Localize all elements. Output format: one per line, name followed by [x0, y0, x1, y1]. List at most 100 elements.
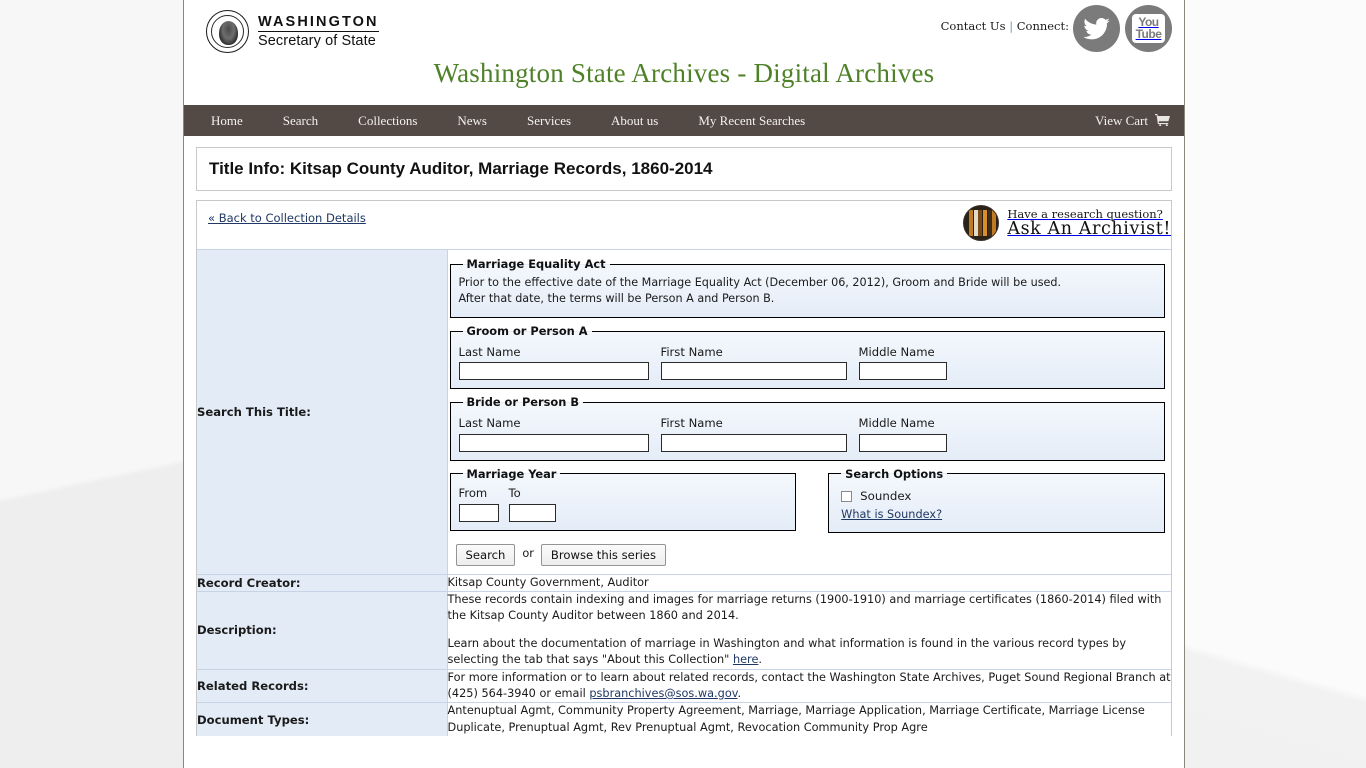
logo-secretary-of-state: Secretary of State	[258, 33, 376, 49]
marriage-year-from-input[interactable]	[458, 503, 499, 522]
nav-item-home[interactable]: Home	[211, 113, 243, 129]
groom-middle-name-label: Middle Name	[858, 344, 935, 359]
marriage-year-from-field: From	[458, 485, 499, 522]
ask-an-archivist-text: Have a research question? Ask An Archivi…	[1007, 208, 1171, 239]
year-and-options-row: Marriage Year From To Search Options Sou…	[449, 465, 1165, 533]
panel-top-row: « Back to Collection Details Have a rese…	[197, 201, 1171, 249]
youtube-icon: You Tube	[1131, 14, 1166, 43]
view-cart-link[interactable]: View Cart	[1095, 113, 1148, 129]
groom-person-a-fieldset: Groom or Person A Last Name First Name M…	[449, 323, 1165, 390]
document-types-label: Document Types:	[197, 702, 448, 737]
bride-middle-name-label: Middle Name	[858, 415, 935, 430]
youtube-line2: Tube	[1135, 26, 1162, 41]
search-this-title-row: Search This Title: Marriage Equality Act…	[197, 249, 1171, 575]
bride-last-name-input[interactable]	[458, 433, 649, 452]
contact-connect-bar: Contact Us | Connect:	[941, 19, 1069, 33]
title-info-table: Search This Title: Marriage Equality Act…	[197, 249, 1172, 737]
back-to-collection-details-link[interactable]: « Back to Collection Details	[208, 211, 366, 225]
groom-middle-name-input[interactable]	[858, 362, 947, 381]
content-panel: « Back to Collection Details Have a rese…	[196, 200, 1172, 737]
table-row: Document Types: Antenuptual Agmt, Commun…	[197, 702, 1171, 737]
about-this-collection-link[interactable]: here	[733, 653, 758, 666]
bride-first-name-input[interactable]	[660, 433, 847, 452]
contact-us-link[interactable]: Contact Us	[941, 19, 1006, 33]
search-button-row: Search or Browse this series	[450, 543, 1166, 566]
description-paragraph-2-text: Learn about the documentation of marriag…	[447, 636, 1127, 667]
state-seal-icon	[206, 10, 249, 53]
bride-last-name-label: Last Name	[458, 415, 521, 430]
bride-person-b-legend: Bride or Person B	[466, 395, 580, 410]
page-title: Title Info: Kitsap County Auditor, Marri…	[196, 147, 1172, 191]
groom-last-name-input[interactable]	[458, 362, 649, 381]
what-is-soundex-link[interactable]: What is Soundex?	[837, 507, 1156, 523]
cart-icon[interactable]	[1155, 111, 1170, 130]
nav-right-group: View Cart	[1095, 111, 1170, 130]
ask-an-archivist-banner[interactable]: Have a research question? Ask An Archivi…	[963, 205, 1171, 241]
table-row: Record Creator: Kitsap County Government…	[197, 573, 1171, 592]
bookshelf-icon	[963, 205, 1000, 241]
description-value: These records contain indexing and image…	[447, 591, 1172, 670]
logo-washington: WASHINGTON	[258, 13, 379, 30]
youtube-link[interactable]: You Tube	[1125, 5, 1172, 52]
page-container: WASHINGTON Secretary of State Contact Us…	[183, 0, 1185, 768]
groom-first-name-field: First Name	[660, 344, 847, 381]
related-records-label: Related Records:	[197, 668, 448, 703]
browse-this-series-button[interactable]: Browse this series	[540, 543, 666, 566]
ask-line2: Ask An Archivist!	[1007, 218, 1171, 239]
marriage-year-to-input[interactable]	[508, 503, 556, 522]
bride-first-name-label: First Name	[660, 415, 723, 430]
document-types-value: Antenuptual Agmt, Community Property Agr…	[447, 702, 1171, 737]
bride-name-row: Last Name First Name Middle Name	[458, 414, 1157, 452]
nav-item-services[interactable]: Services	[527, 113, 571, 129]
psbranchives-email-link[interactable]: psbranchives@sos.wa.gov	[589, 687, 737, 700]
marriage-year-row: From To	[458, 485, 788, 522]
table-row: Related Records: For more information or…	[197, 668, 1172, 703]
nav-item-news[interactable]: News	[457, 113, 487, 129]
page-title-wrap: Title Info: Kitsap County Auditor, Marri…	[184, 136, 1184, 191]
groom-last-name-label: Last Name	[458, 344, 521, 359]
search-button[interactable]: Search	[455, 543, 516, 566]
document-types-text: Antenuptual Agmt, Community Property Agr…	[447, 704, 1145, 734]
bride-last-name-field: Last Name	[458, 415, 649, 452]
nav-item-my-recent-searches[interactable]: My Recent Searches	[698, 113, 805, 129]
description-period: .	[758, 653, 762, 667]
table-row: Description: These records contain index…	[197, 591, 1172, 670]
related-records-value: For more information or to learn about r…	[447, 668, 1172, 703]
related-records-paragraph: For more information or to learn about r…	[448, 670, 1172, 703]
nav-item-search[interactable]: Search	[283, 113, 318, 129]
description-label: Description:	[197, 591, 448, 670]
description-paragraph-2: Learn about the documentation of marriag…	[448, 636, 1172, 669]
logo-divider	[258, 31, 379, 32]
marriage-year-fieldset: Marriage Year From To	[449, 465, 797, 531]
record-creator-text: Kitsap County Government, Auditor	[447, 575, 649, 589]
marriage-equality-act-text: Prior to the effective date of the Marri…	[459, 275, 1157, 307]
contact-separator: |	[1009, 19, 1014, 33]
site-title: Washington State Archives - Digital Arch…	[433, 58, 935, 88]
logo-text: WASHINGTON Secretary of State	[258, 13, 379, 49]
twitter-link[interactable]	[1073, 5, 1120, 52]
marriage-equality-act-fieldset: Marriage Equality Act Prior to the effec…	[449, 256, 1165, 318]
groom-first-name-label: First Name	[660, 344, 723, 359]
bride-middle-name-input[interactable]	[858, 433, 947, 452]
record-creator-label: Record Creator:	[197, 573, 448, 592]
search-options-fieldset: Search Options Soundex What is Soundex?	[828, 465, 1165, 533]
mea-line2: After that date, the terms will be Perso…	[458, 291, 775, 305]
groom-first-name-input[interactable]	[660, 362, 847, 381]
site-logo[interactable]: WASHINGTON Secretary of State	[206, 10, 379, 53]
marriage-year-from-label: From	[458, 486, 488, 501]
or-separator: or	[522, 547, 534, 561]
description-paragraph-1: These records contain indexing and image…	[447, 593, 1162, 623]
marriage-year-legend: Marriage Year	[466, 466, 557, 481]
soundex-checkbox-row[interactable]: Soundex	[837, 488, 1156, 505]
search-options-legend: Search Options	[845, 466, 944, 481]
nav-item-about-us[interactable]: About us	[611, 113, 658, 129]
site-header: WASHINGTON Secretary of State Contact Us…	[184, 0, 1184, 105]
groom-name-row: Last Name First Name Middle Name	[458, 343, 1157, 381]
nav-item-collections[interactable]: Collections	[358, 113, 417, 129]
bride-person-b-fieldset: Bride or Person B Last Name First Name M…	[449, 394, 1165, 461]
groom-middle-name-field: Middle Name	[858, 344, 947, 381]
search-this-title-label: Search This Title:	[197, 249, 448, 575]
soundex-checkbox[interactable]	[841, 491, 853, 503]
marriage-year-to-field: To	[508, 485, 556, 522]
marriage-equality-act-legend: Marriage Equality Act	[466, 257, 606, 271]
